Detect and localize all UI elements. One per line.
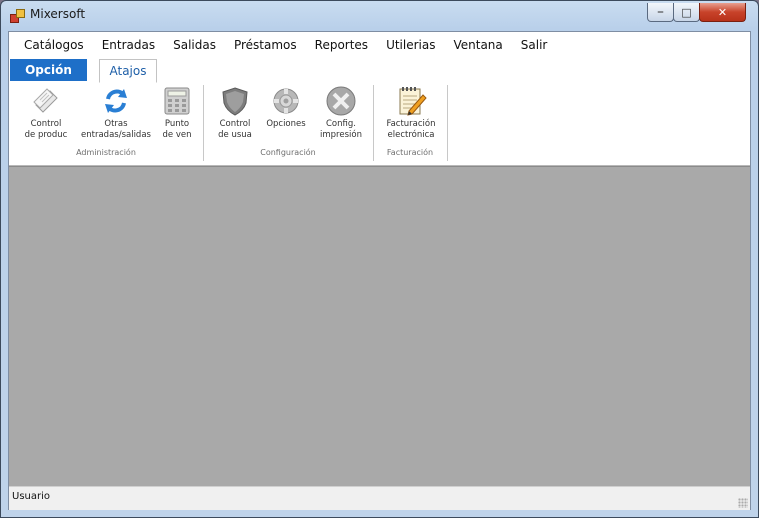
group-divider	[447, 85, 448, 161]
minimize-button[interactable]: ⎯	[647, 3, 674, 22]
opciones-button[interactable]: Opciones	[264, 85, 308, 130]
gear-icon	[270, 85, 302, 117]
control-usuarios-button[interactable]: Control de usua	[214, 85, 256, 141]
window-title: Mixersoft	[30, 7, 86, 21]
ribbon-tabs: Opción Atajos	[9, 57, 750, 84]
status-bar: Usuario	[9, 486, 750, 510]
menu-salidas[interactable]: Salidas	[164, 35, 225, 55]
group-label-administracion: Administración	[76, 148, 136, 157]
punto-de-venta-button[interactable]: Punto de ven	[159, 85, 195, 141]
menu-prestamos[interactable]: Préstamos	[225, 35, 306, 55]
title-bar[interactable]: Mixersoft ⎯ □ ✕	[1, 1, 758, 31]
tab-atajos[interactable]: Atajos	[99, 59, 157, 83]
client-area: Catálogos Entradas Salidas Préstamos Rep…	[8, 31, 751, 510]
punto-de-venta-label: Punto de ven	[162, 119, 192, 140]
minimize-icon: ⎯	[657, 5, 664, 18]
group-label-facturacion: Facturación	[386, 148, 434, 157]
menu-reportes[interactable]: Reportes	[306, 35, 377, 55]
maximize-button[interactable]: □	[673, 3, 700, 22]
facturacion-electronica-button[interactable]: Facturación electrónica	[382, 85, 440, 141]
config-impresion-button[interactable]: Config. impresión	[316, 85, 366, 141]
control-usuarios-label: Control de usua	[218, 119, 252, 140]
tools-icon	[325, 85, 357, 117]
control-productos-label: Control de produc	[24, 119, 68, 140]
facturacion-electronica-label: Facturación electrónica	[386, 119, 436, 140]
group-administracion: Control de produc Otras entradas/salidas	[9, 83, 203, 161]
menu-bar: Catálogos Entradas Salidas Préstamos Rep…	[9, 32, 750, 57]
group-facturacion: Facturación electrónica Facturación	[374, 83, 446, 161]
close-button[interactable]: ✕	[699, 3, 746, 22]
notepad-pencil-icon	[395, 85, 427, 117]
papers-icon	[30, 85, 62, 117]
config-impresion-label: Config. impresión	[320, 119, 362, 140]
menu-ventana[interactable]: Ventana	[444, 35, 511, 55]
close-icon: ✕	[717, 5, 728, 19]
tab-opcion[interactable]: Opción	[10, 59, 87, 81]
menu-salir[interactable]: Salir	[512, 35, 557, 55]
resize-grip-icon[interactable]	[738, 498, 748, 508]
opciones-label: Opciones	[266, 119, 306, 129]
menu-utilerias[interactable]: Utilerias	[377, 35, 444, 55]
status-user-label: Usuario	[12, 491, 51, 502]
app-icon[interactable]	[10, 9, 25, 23]
shield-icon	[219, 85, 251, 117]
app-window: Mixersoft ⎯ □ ✕ Catálogos Entradas Salid…	[0, 0, 759, 518]
mdi-workspace[interactable]	[9, 166, 750, 486]
menu-entradas[interactable]: Entradas	[93, 35, 164, 55]
ribbon-panel: Control de produc Otras entradas/salidas	[9, 83, 750, 166]
maximize-icon: □	[681, 5, 692, 19]
group-configuracion: Control de usua Opciones Config. impresi…	[204, 83, 372, 161]
control-productos-button[interactable]: Control de produc	[23, 85, 69, 141]
calculator-icon	[161, 85, 193, 117]
otras-entradas-salidas-label: Otras entradas/salidas	[81, 119, 151, 140]
refresh-arrows-icon	[100, 85, 132, 117]
otras-entradas-salidas-button[interactable]: Otras entradas/salidas	[79, 85, 153, 141]
group-label-configuracion: Configuración	[260, 148, 316, 157]
menu-catalogos[interactable]: Catálogos	[15, 35, 93, 55]
